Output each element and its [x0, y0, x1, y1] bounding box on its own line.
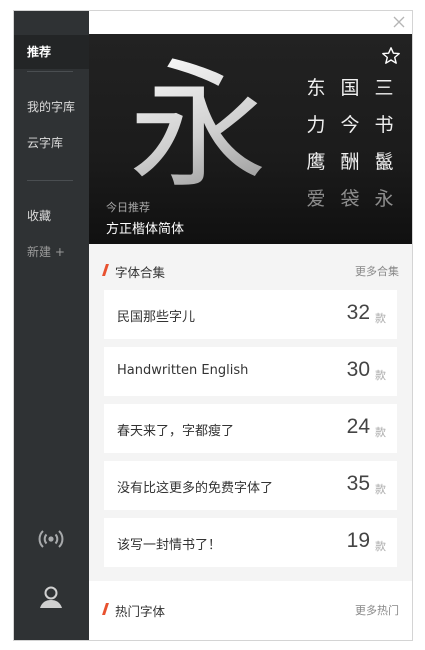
- collection-card[interactable]: Handwritten English 30 款: [104, 347, 397, 396]
- sample-char: 国: [340, 77, 360, 99]
- section-title: 热门字体: [115, 604, 166, 619]
- sidebar-item-new[interactable]: 新建 +: [14, 235, 89, 269]
- collection-name: 民国那些字儿: [117, 310, 196, 325]
- sample-char: 酬: [340, 151, 360, 173]
- sample-char: 永: [374, 188, 394, 210]
- sample-char: 三: [374, 77, 394, 99]
- hot-fonts-section: 热门字体 更多热门: [89, 581, 412, 640]
- collection-count: 35: [346, 472, 370, 495]
- collection-card[interactable]: 民国那些字儿 32 款: [104, 290, 397, 339]
- collection-card[interactable]: 该写一封情书了！ 19 款: [104, 518, 397, 567]
- sidebar-item-favorites[interactable]: 收藏: [14, 199, 89, 233]
- sample-char-grid: 东 国 三 力 今 书 鹰 酬 鬣 爱 袋 永: [299, 70, 399, 218]
- sidebar-divider: [27, 71, 73, 72]
- collections-header: 字体合集 更多合集: [89, 256, 412, 286]
- collection-count: 24: [346, 415, 370, 438]
- today-recommend-label: 今日推荐: [106, 201, 150, 214]
- collection-name: 该写一封情书了！: [117, 538, 222, 553]
- sample-char: 今: [340, 114, 360, 136]
- sample-char: 爱: [306, 188, 326, 210]
- collection-name: Handwritten English: [117, 363, 249, 378]
- collection-count: 19: [346, 529, 370, 552]
- sample-char: 书: [374, 114, 394, 136]
- sample-char: 鹰: [306, 151, 326, 173]
- collection-count: 32: [346, 301, 370, 324]
- collection-name: 春天来了，字都瘦了: [117, 424, 235, 439]
- broadcast-icon[interactable]: [34, 522, 68, 556]
- section-accent-mark: [102, 603, 109, 615]
- sidebar: 推荐 我的字库 云字库 收藏 新建 +: [14, 11, 89, 640]
- sample-char: 鬣: [374, 151, 394, 173]
- sample-char: 东: [306, 77, 326, 99]
- collection-name: 没有比这更多的免费字体了: [117, 481, 274, 496]
- more-hot-link[interactable]: 更多热门: [355, 602, 399, 618]
- collection-unit: 款: [375, 369, 386, 382]
- main-panel: 永 东 国 三 力 今 书 鹰 酬 鬣 爱 袋 永 今日推荐 方正楷体简体 字体…: [89, 11, 412, 640]
- collection-unit: 款: [375, 483, 386, 496]
- section-title: 字体合集: [115, 265, 166, 280]
- section-accent-mark: [102, 264, 109, 276]
- sample-char: 力: [306, 114, 326, 136]
- collection-card[interactable]: 春天来了，字都瘦了 24 款: [104, 404, 397, 453]
- app-window: 推荐 我的字库 云字库 收藏 新建 + 永 东 国 三 力 今 书 鹰 酬 鬣 …: [13, 10, 413, 641]
- user-icon[interactable]: [34, 580, 68, 614]
- sample-char: 袋: [340, 188, 360, 210]
- collection-unit: 款: [375, 426, 386, 439]
- featured-font-banner[interactable]: 永 东 国 三 力 今 书 鹰 酬 鬣 爱 袋 永 今日推荐 方正楷体简体: [89, 34, 412, 244]
- more-collections-link[interactable]: 更多合集: [355, 263, 399, 279]
- collection-unit: 款: [375, 540, 386, 553]
- sidebar-item-recommend[interactable]: 推荐: [14, 35, 89, 69]
- collection-unit: 款: [375, 312, 386, 325]
- title-bar: [89, 11, 412, 34]
- star-icon[interactable]: [381, 46, 401, 66]
- featured-font-name: 方正楷体简体: [106, 222, 185, 237]
- sidebar-divider: [27, 180, 73, 181]
- collection-count: 30: [346, 358, 370, 381]
- hot-fonts-header: 热门字体 更多热门: [89, 595, 412, 625]
- collection-card[interactable]: 没有比这更多的免费字体了 35 款: [104, 461, 397, 510]
- close-icon[interactable]: [391, 14, 407, 30]
- sidebar-item-cloud-fonts[interactable]: 云字库: [14, 126, 89, 160]
- featured-glyph: 永: [123, 52, 273, 202]
- sidebar-item-my-fonts[interactable]: 我的字库: [14, 90, 89, 124]
